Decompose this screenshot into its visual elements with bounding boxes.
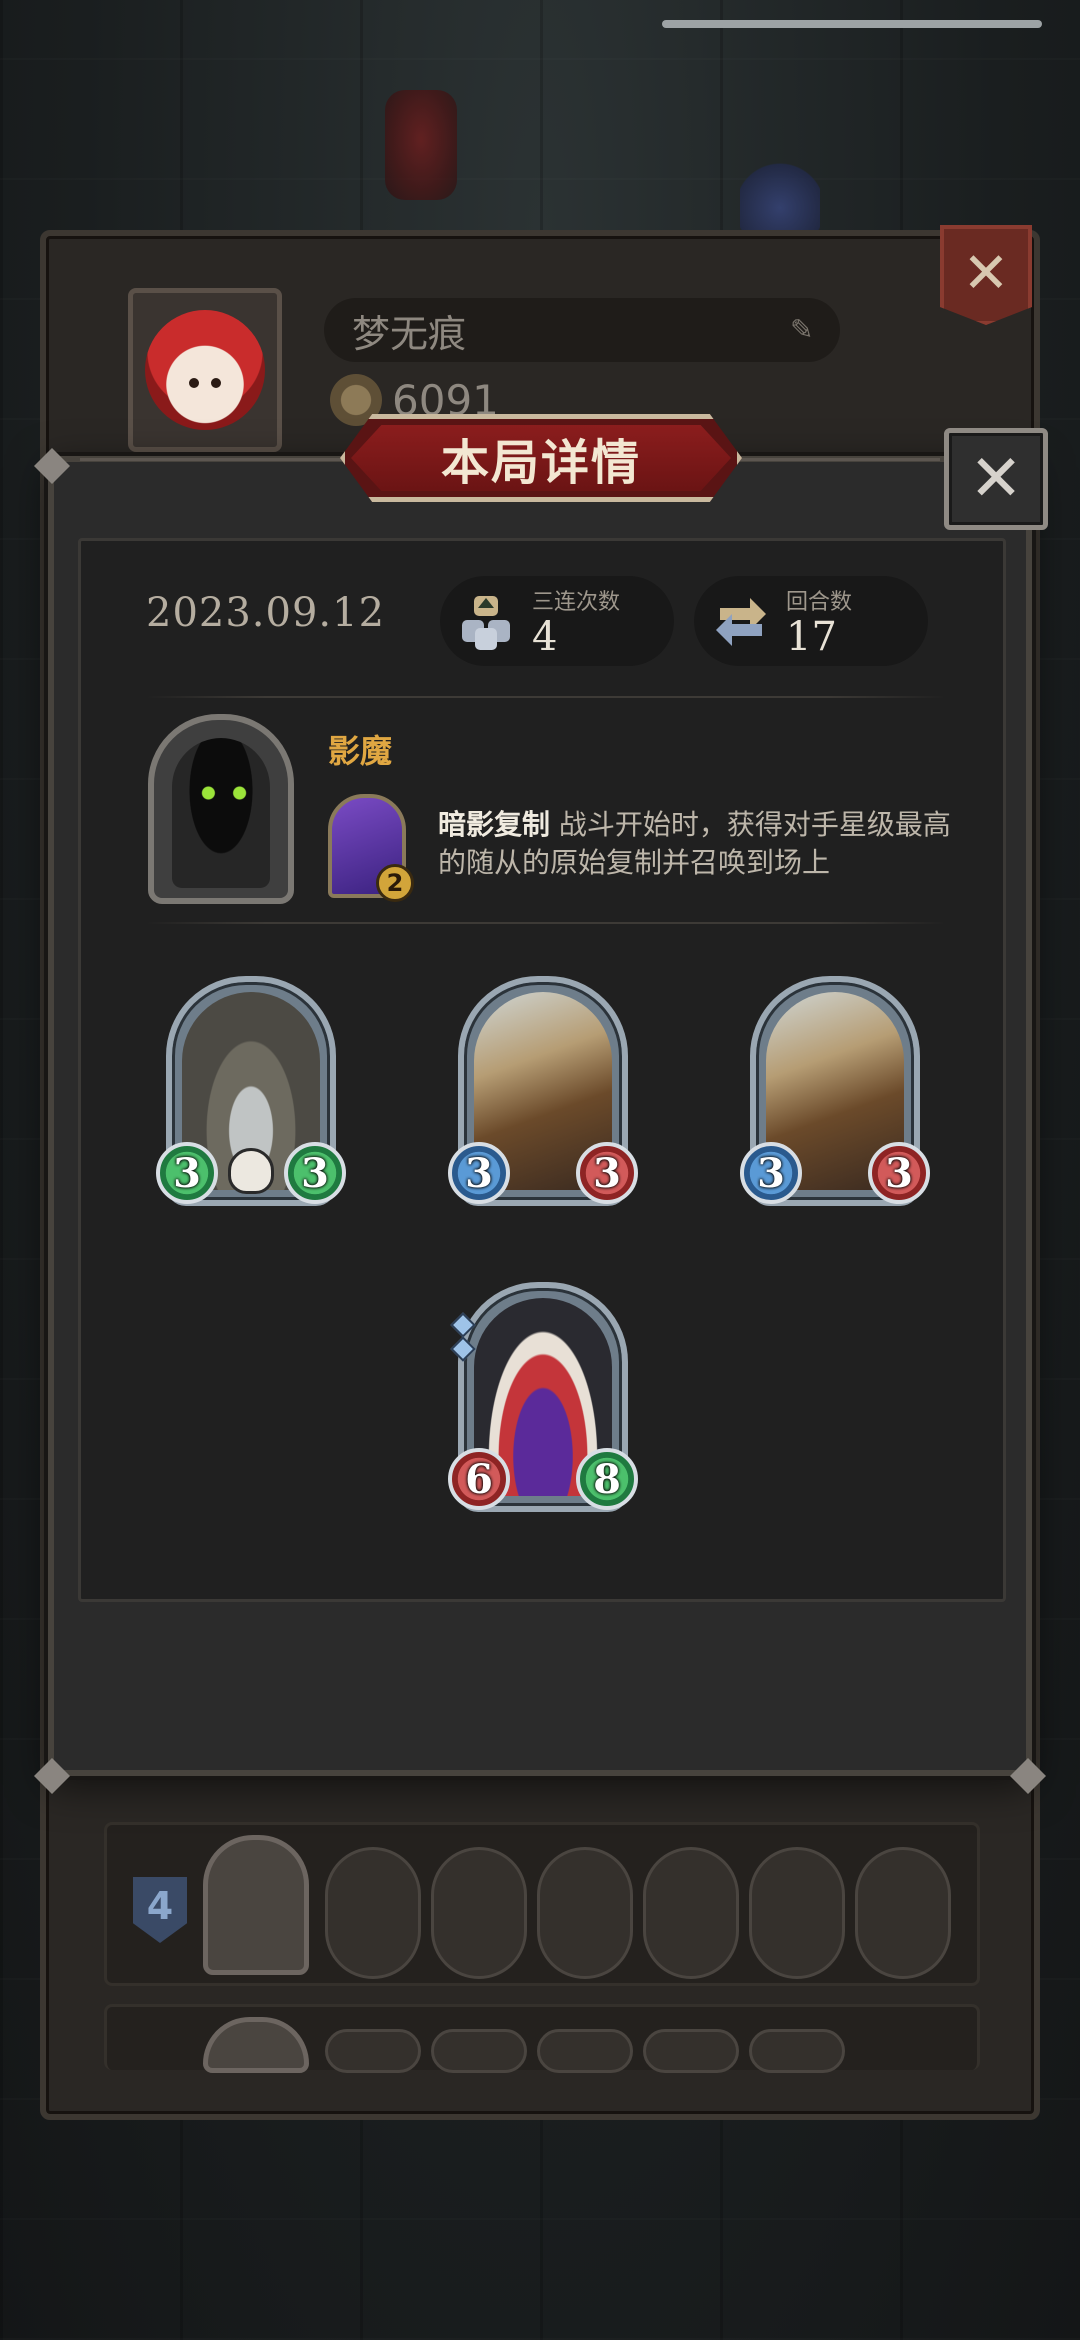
triple-icon xyxy=(462,596,510,650)
hero-power-description: 暗影复制 战斗开始时，获得对手星级最高的随从的原始复制并召唤到场上 xyxy=(438,806,968,882)
match-date: 2023.09.12 xyxy=(146,590,386,636)
rounds-icon xyxy=(716,598,766,646)
history-hero-portrait xyxy=(203,2017,309,2073)
history-hero-portrait xyxy=(203,1835,309,1975)
history-minion xyxy=(855,1847,951,1979)
title-divider xyxy=(80,458,342,461)
lantern-decoration xyxy=(385,90,457,200)
triple-count-stat: 三连次数 4 xyxy=(440,576,674,666)
player-name-field[interactable]: 梦无痕 ✎ xyxy=(324,298,840,362)
history-minion xyxy=(325,1847,421,1979)
attack-badge: 3 xyxy=(740,1142,802,1204)
close-button[interactable]: ✕ xyxy=(944,428,1048,530)
skull-icon xyxy=(228,1148,274,1194)
stat-value: 4 xyxy=(532,614,558,660)
hero-name: 影魔 xyxy=(328,732,393,770)
divider xyxy=(146,922,946,924)
minion-card[interactable]: 3 3 xyxy=(156,976,346,1220)
health-badge: 3 xyxy=(284,1142,346,1204)
minion-card[interactable]: 6 8 xyxy=(448,1282,638,1526)
rank-value: 4 xyxy=(146,1884,174,1928)
minion-card[interactable]: 3 3 xyxy=(448,976,638,1220)
health-badge: 3 xyxy=(868,1142,930,1204)
divider xyxy=(146,696,946,698)
history-minion xyxy=(325,2029,421,2073)
history-minion xyxy=(643,2029,739,2073)
history-minion xyxy=(537,1847,633,1979)
avatar xyxy=(128,288,282,452)
modal-title-plate: 本局详情 xyxy=(340,414,742,502)
title-divider xyxy=(740,458,940,461)
history-minion xyxy=(749,1847,845,1979)
history-minion xyxy=(643,1847,739,1979)
pencil-icon[interactable]: ✎ xyxy=(790,316,818,344)
home-indicator xyxy=(662,20,1042,28)
history-minion xyxy=(537,2029,633,2073)
stat-value: 17 xyxy=(786,614,837,660)
history-minion xyxy=(749,2029,845,2073)
history-minion xyxy=(431,1847,527,1979)
shadow-demon-icon xyxy=(172,738,270,888)
attack-badge: 6 xyxy=(448,1448,510,1510)
health-badge: 8 xyxy=(576,1448,638,1510)
avatar-face-icon xyxy=(145,310,265,430)
stat-label: 三连次数 xyxy=(532,590,621,615)
history-minion xyxy=(431,2029,527,2073)
history-row[interactable]: 4 xyxy=(104,1822,980,1986)
rank-badge: 4 xyxy=(133,1877,187,1943)
rounds-stat: 回合数 17 xyxy=(694,576,928,666)
modal-title: 本局详情 xyxy=(440,435,641,491)
player-name: 梦无痕 xyxy=(352,311,467,356)
profile-close-button[interactable]: ✕ xyxy=(940,225,1032,325)
minion-card[interactable]: 3 3 xyxy=(740,976,930,1220)
health-badge: 3 xyxy=(576,1142,638,1204)
hero-power-name: 暗影复制 xyxy=(438,808,551,841)
attack-badge: 3 xyxy=(448,1142,510,1204)
hero-power-cost: 2 xyxy=(376,864,414,902)
glowing-eyes-icon xyxy=(198,786,250,800)
close-icon: ✕ xyxy=(969,442,1023,516)
hero-portrait[interactable] xyxy=(148,714,294,904)
potion-decoration xyxy=(740,160,820,240)
attack-badge: 3 xyxy=(156,1142,218,1204)
stat-label: 回合数 xyxy=(786,590,853,615)
history-row[interactable] xyxy=(104,2004,980,2073)
